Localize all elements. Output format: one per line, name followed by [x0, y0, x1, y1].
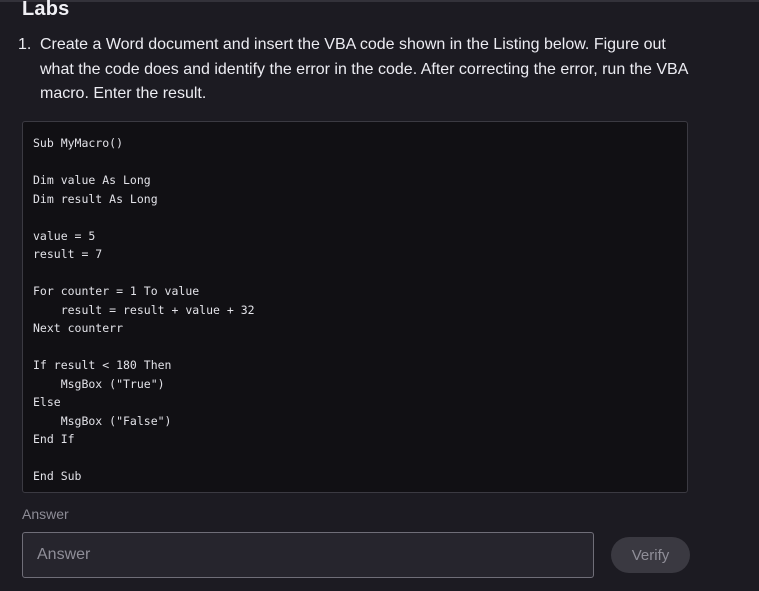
question-item: 1. Create a Word document and insert the… [18, 33, 698, 107]
top-divider [0, 0, 759, 2]
labs-page: Labs 1. Create a Word document and inser… [0, 0, 759, 591]
page-title: Labs [22, 0, 70, 20]
verify-button[interactable]: Verify [611, 537, 690, 573]
answer-input[interactable] [22, 532, 594, 578]
code-listing: Sub MyMacro() Dim value As Long Dim resu… [33, 136, 255, 483]
question-number: 1. [18, 36, 32, 53]
code-listing-box: Sub MyMacro() Dim value As Long Dim resu… [22, 121, 688, 493]
question-text: Create a Word document and insert the VB… [40, 36, 688, 102]
answer-label: Answer [22, 506, 69, 522]
